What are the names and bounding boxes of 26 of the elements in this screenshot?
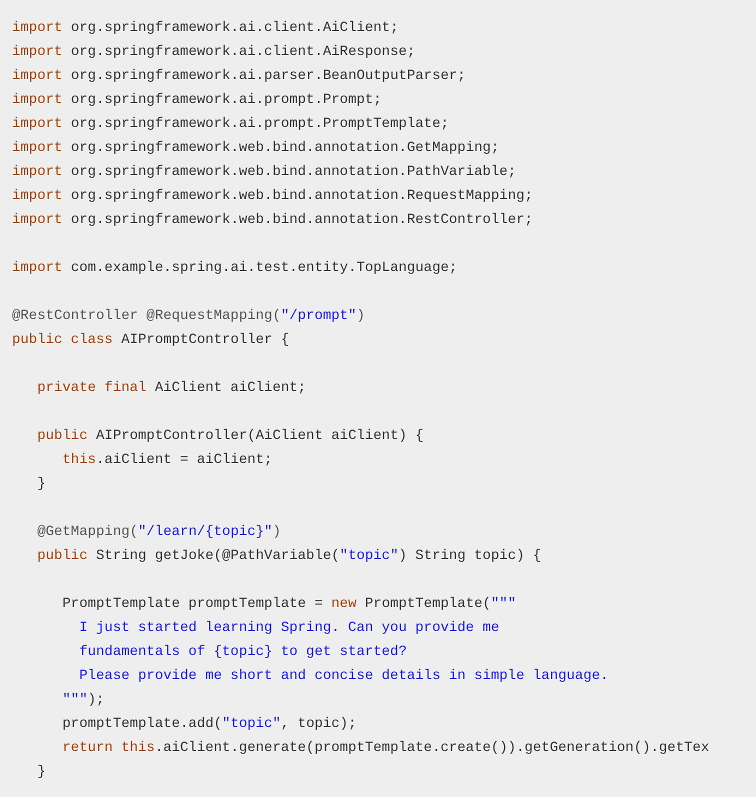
code-line: @GetMapping("/learn/{topic}") xyxy=(36,523,281,542)
code-line: return this.aiClient.generate(promptTemplate.create()).getGeneration().getTex xyxy=(61,739,710,758)
code-line: import org.springframework.web.bind.annotation.GetMapping; xyxy=(12,139,500,158)
code-line: public AIPromptController(AiClient aiClient) { xyxy=(36,427,424,446)
code-line: import org.springframework.ai.prompt.Prompt; xyxy=(12,91,382,110)
code-line: import org.springframework.ai.prompt.PromptTemplate; xyxy=(12,115,449,134)
code-line: import org.springframework.web.bind.annotation.RequestMapping; xyxy=(12,187,533,206)
code-line: import org.springframework.web.bind.annotation.RestController; xyxy=(12,211,533,230)
code-line: import com.example.spring.ai.test.entity.TopLanguage; xyxy=(12,259,458,278)
code-line: import org.springframework.ai.client.AiClient; xyxy=(12,19,398,38)
code-line: @RestController @RequestMapping("/prompt") xyxy=(12,307,365,326)
code-line: promptTemplate.add("topic", topic); xyxy=(61,715,356,734)
code-line: public class AIPromptController { xyxy=(12,331,290,350)
code-line: Please provide me short and concise details in simple language. xyxy=(78,667,608,686)
code-line: I just started learning Spring. Can you provide me xyxy=(78,619,500,638)
code-line: } xyxy=(36,475,46,494)
code-line: private final AiClient aiClient; xyxy=(36,379,306,398)
code-line: import org.springframework.ai.client.AiResponse; xyxy=(12,43,416,62)
code-line: """); xyxy=(61,691,104,710)
code-line: this.aiClient = aiClient; xyxy=(61,451,272,470)
code-line: import org.springframework.web.bind.annotation.PathVariable; xyxy=(12,163,516,182)
code-line: public String getJoke(@PathVariable("topic") String topic) { xyxy=(36,547,542,566)
code-line: fundamentals of {topic} to get started? xyxy=(78,643,407,662)
code-line: } xyxy=(36,763,46,782)
code-line: PromptTemplate promptTemplate = new PromptTemplate(""" xyxy=(61,595,516,614)
code-line: import org.springframework.ai.parser.BeanOutputParser; xyxy=(12,67,466,86)
